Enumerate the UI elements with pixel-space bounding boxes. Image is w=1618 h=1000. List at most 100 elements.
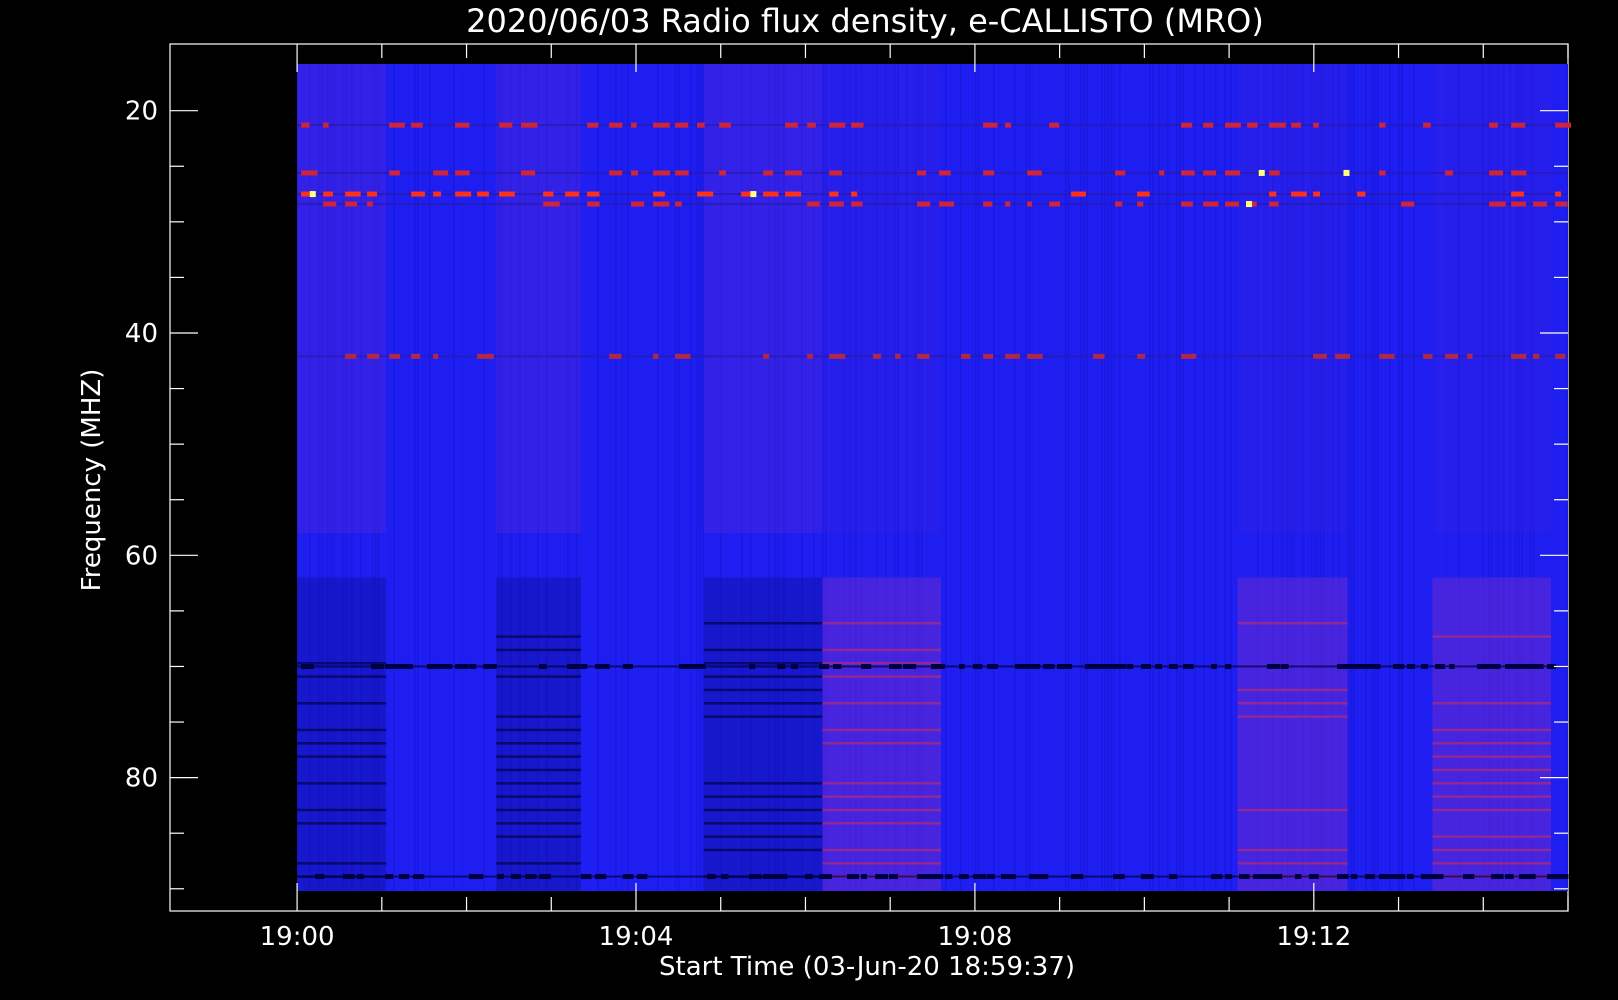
x-tick-label: 19:00 [260,922,335,952]
emission-burst [1181,353,1197,359]
emission-burst [1211,874,1223,880]
emission-burst [543,201,560,207]
emission-burst [477,353,494,359]
emission-burst [1489,122,1498,128]
noise-striation [588,64,590,891]
receiver-block-stripe [1237,688,1348,692]
emission-burst [961,353,971,359]
noise-striation [660,64,662,891]
receiver-block-lower [297,577,387,891]
noise-striation [1155,64,1157,891]
receiver-block-stripe [496,822,581,825]
emission-burst [1555,122,1572,128]
noise-striation [1062,64,1064,891]
emission-burst [931,874,944,880]
emission-burst [623,874,634,880]
emission-burst [427,663,442,669]
noise-striation [1353,64,1355,891]
emission-burst [1511,170,1527,176]
emission-burst [1169,874,1178,880]
receiver-block-stripe [496,755,581,758]
emission-burst [1401,201,1415,207]
emission-burst [399,874,410,880]
emission-burst [301,122,310,128]
emission-burst [587,191,600,197]
emission-burst [469,663,477,669]
emission-burst [1365,874,1375,880]
receiver-block-stripe [1432,782,1552,785]
noise-striation [1203,64,1205,891]
noise-striation [996,64,998,891]
emission-burst [749,874,762,880]
emission-burst [983,122,998,128]
noise-striation [1233,64,1235,891]
emission-burst [1269,201,1279,207]
receiver-block-stripe [1432,848,1552,852]
emission-burst [1159,170,1165,176]
emission-burst [1071,874,1084,880]
emission-burst [1057,663,1073,669]
emission-burst [1269,170,1280,176]
receiver-block-stripe [297,822,387,825]
emission-burst [399,663,413,669]
emission-burst [1115,170,1126,176]
emission-burst [389,122,405,128]
emission-burst [1225,874,1233,880]
emission-burst [873,353,882,359]
emission-burst [411,191,425,197]
emission-burst [1313,122,1319,128]
emission-burst [1169,663,1178,669]
emission-burst [343,874,355,880]
receiver-block-stripe [703,648,823,652]
noise-striation [627,64,629,891]
receiver-block-stripe [496,648,581,652]
emission-burst [1269,191,1277,197]
emission-burst [1291,191,1307,197]
emission-burst [1127,663,1134,669]
emission-burst [389,353,401,359]
noise-striation [483,64,485,891]
emission-burst [1137,191,1150,197]
noise-striation [414,64,416,891]
noise-striation [633,64,635,891]
receiver-block-stripe [703,808,823,812]
noise-striation [489,64,491,891]
emission-burst [1043,663,1055,669]
receiver-block-stripe [1432,742,1552,745]
emission-burst [697,122,705,128]
receiver-block-stripe [822,648,942,652]
emission-burst [1155,663,1162,669]
emission-burst [675,353,691,359]
noise-striation [597,64,599,891]
receiver-block-stripe [496,795,581,798]
emission-burst [413,874,425,880]
emission-burst [1027,201,1033,207]
emission-burst [1295,874,1302,880]
x-tick-label: 19:08 [937,922,1012,952]
emission-burst [1505,874,1514,880]
y-tick-label: 20 [125,97,158,127]
emission-burst [565,191,580,197]
y-tick-label: 60 [125,541,158,571]
emission-burst [497,874,504,880]
emission-burst [1267,663,1281,669]
receiver-block-upper [1432,64,1552,534]
emission-burst [945,874,953,880]
receiver-block-stripe [1432,702,1552,705]
emission-burst [367,201,373,207]
emission-burst [323,191,333,197]
emission-burst [983,170,995,176]
noise-striation [1119,64,1121,891]
emission-burst [1365,663,1381,669]
emission-burst [1203,122,1214,128]
emission-burst [987,874,995,880]
emission-burst [525,874,537,880]
emission-burst [1269,122,1286,128]
noise-striation [453,64,455,891]
noise-striation [1179,64,1181,891]
noise-striation [621,64,623,891]
noise-striation [441,64,443,891]
receiver-block-stripe [297,862,387,865]
receiver-block-stripe [822,862,942,865]
noise-striation [456,64,458,891]
